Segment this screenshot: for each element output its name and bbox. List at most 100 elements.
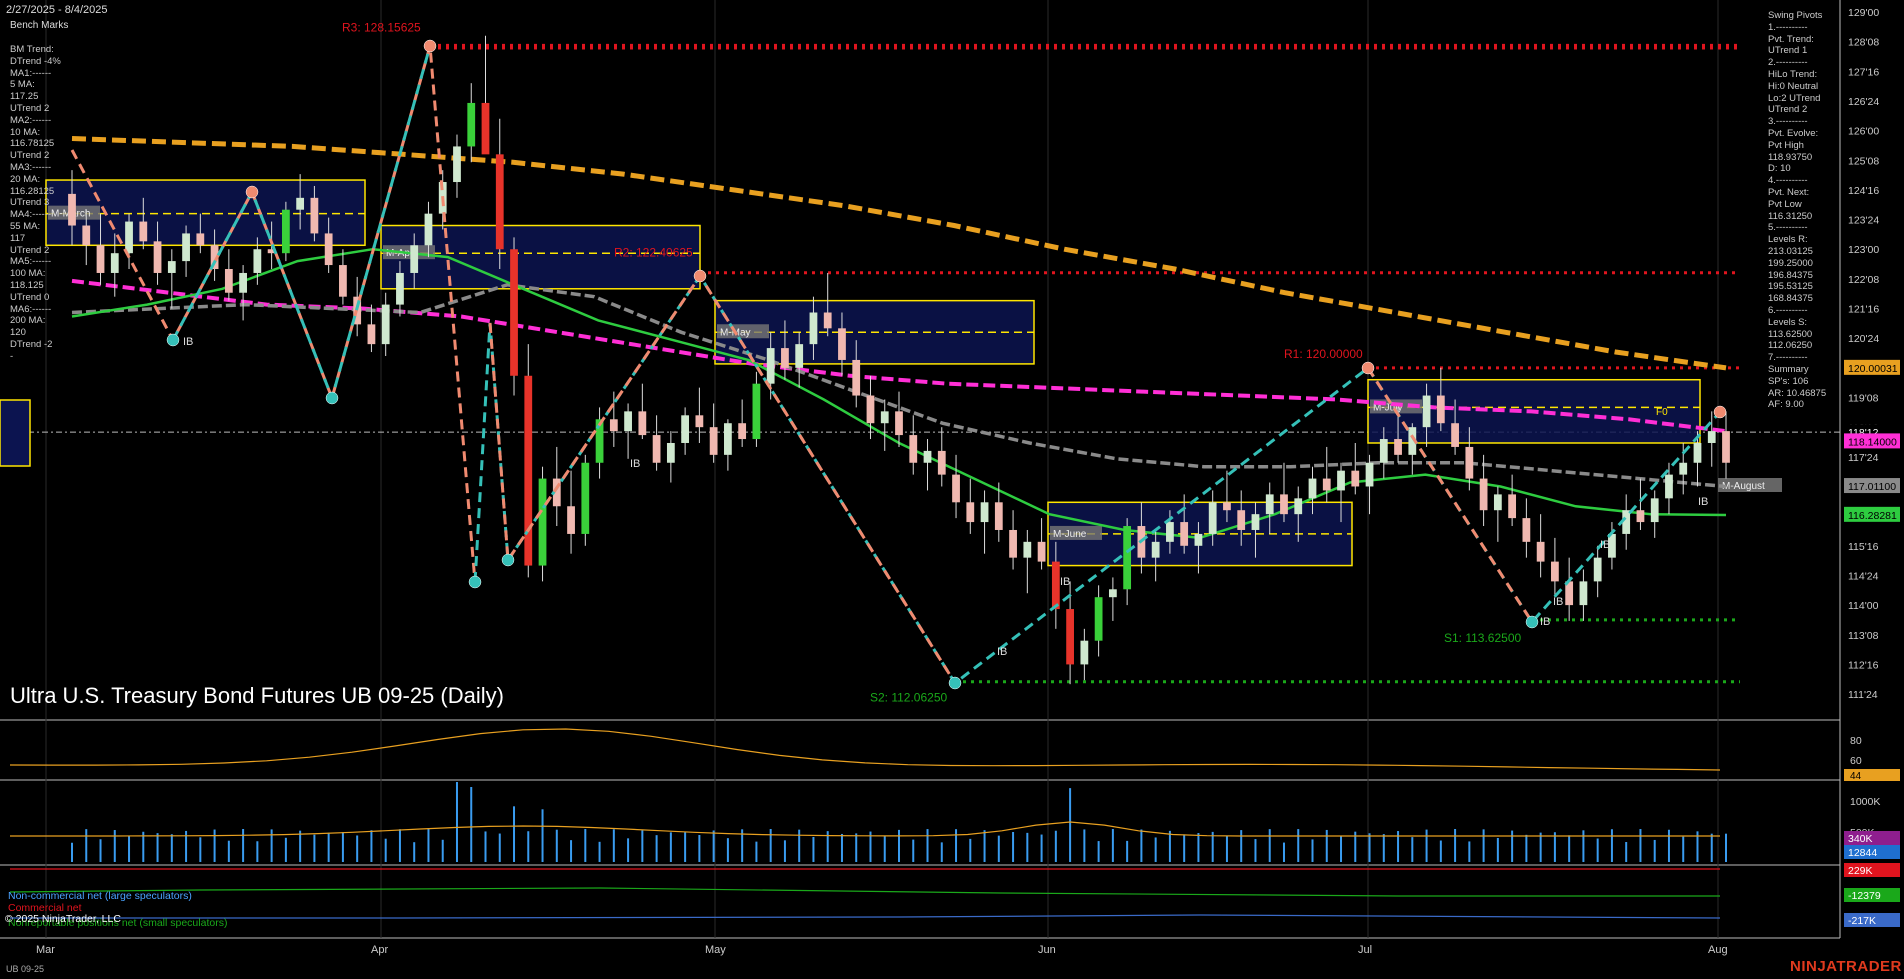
pivot-line: 7.---------- <box>1768 352 1826 364</box>
pivot-line: Swing Pivots <box>1768 10 1826 22</box>
level-label: R1: 120.00000 <box>1284 347 1363 361</box>
candle <box>1537 542 1545 562</box>
candle <box>1095 597 1103 640</box>
swing-pivot-marker <box>424 40 436 52</box>
candle <box>1009 530 1017 558</box>
chart-title: Ultra U.S. Treasury Bond Futures UB 09-2… <box>10 683 504 709</box>
candle <box>282 210 290 253</box>
ib-label: IB <box>1698 496 1708 508</box>
price-axis-label: 115'16 <box>1848 541 1879 553</box>
pivot-line: Pvt. Next: <box>1768 187 1826 199</box>
candle <box>139 222 147 242</box>
candle <box>1380 439 1388 463</box>
pivot-line: 196.84375 <box>1768 270 1826 282</box>
monthly-zone <box>0 400 30 466</box>
candle <box>1180 522 1188 546</box>
volume-axis-label: 1000K <box>1850 796 1880 808</box>
bench-marks-title: Bench Marks <box>10 20 68 31</box>
benchmark-line: 100 MA: <box>10 268 61 280</box>
candle <box>1594 558 1602 582</box>
ib-label: IB <box>997 646 1007 658</box>
candle <box>1708 431 1716 443</box>
candle <box>1223 502 1231 510</box>
rsi-line <box>10 729 1720 770</box>
pivot-line: 2.---------- <box>1768 57 1826 69</box>
cot-nonreportable <box>10 888 1720 896</box>
benchmark-line: MA5:------ <box>10 256 61 268</box>
candle <box>981 502 989 522</box>
candle <box>1480 479 1488 511</box>
candle <box>1580 581 1588 605</box>
candle <box>1166 522 1174 542</box>
ib-label: IB <box>183 336 193 348</box>
pivot-line: Pvt. Evolve: <box>1768 128 1826 140</box>
candle <box>1366 463 1374 487</box>
pivot-line: Levels R: <box>1768 234 1826 246</box>
benchmark-line: MA6:------ <box>10 304 61 316</box>
volume-tag: 340K <box>1848 833 1873 845</box>
benchmark-line: - <box>10 351 61 363</box>
candle <box>567 506 575 534</box>
candle <box>810 313 818 345</box>
candle <box>724 423 732 455</box>
pivot-line: 118.93750 <box>1768 152 1826 164</box>
candle <box>1551 562 1559 582</box>
ib-label: IB <box>1060 576 1070 588</box>
candle <box>1294 498 1302 514</box>
benchmark-line: UTrend 3 <box>10 197 61 209</box>
candle <box>425 214 433 246</box>
candle <box>895 411 903 435</box>
candle <box>1694 443 1702 463</box>
price-axis-label: 124'16 <box>1848 185 1879 197</box>
price-tag: 116.28281 <box>1848 510 1897 522</box>
price-axis-label: 125'08 <box>1848 155 1879 167</box>
benchmark-line: UTrend 2 <box>10 245 61 257</box>
candle <box>97 245 105 273</box>
month-label: Apr <box>371 944 388 956</box>
price-axis-label: 122'08 <box>1848 274 1879 286</box>
candle <box>496 154 504 249</box>
candle <box>1722 431 1730 463</box>
benchmark-line: MA1:------ <box>10 68 61 80</box>
price-axis-label: 112'16 <box>1848 659 1879 671</box>
level-label: R2: 122.40625 <box>614 246 693 260</box>
pivot-line: 112.06250 <box>1768 340 1826 352</box>
candle <box>382 305 390 345</box>
benchmark-line: UTrend 2 <box>10 103 61 115</box>
candle <box>1679 463 1687 475</box>
candle <box>1266 494 1274 514</box>
benchmark-line: 120 <box>10 327 61 339</box>
pivot-line: HiLo Trend: <box>1768 69 1826 81</box>
ib-label: IB <box>1553 596 1563 608</box>
price-tag: 120.00031 <box>1848 363 1898 375</box>
candle <box>710 427 718 455</box>
pivot-line: Lo:2 UTrend <box>1768 93 1826 105</box>
candle <box>539 479 547 566</box>
candle <box>1494 494 1502 510</box>
pivot-line: 1.---------- <box>1768 22 1826 34</box>
candle <box>995 502 1003 530</box>
candle <box>1309 479 1317 499</box>
candle <box>909 435 917 463</box>
candle <box>482 103 490 154</box>
benchmark-line: 117 <box>10 233 61 245</box>
candle <box>1465 447 1473 479</box>
swing-pivot-marker <box>326 392 338 404</box>
candle <box>867 396 875 424</box>
price-axis-label: 111'24 <box>1848 689 1878 701</box>
price-tag: 118.14000 <box>1848 436 1897 448</box>
benchmark-line: MA3:------ <box>10 162 61 174</box>
swing-pivot-marker <box>694 270 706 282</box>
price-chart[interactable]: MarAprMayJunJulAug M-MarchM-AprilM-MayM-… <box>0 0 1904 979</box>
candle <box>1195 534 1203 546</box>
pivot-line: AR: 10.46875 <box>1768 388 1826 400</box>
pivot-line: Hi:0 Neutral <box>1768 81 1826 93</box>
price-axis-label: 114'00 <box>1848 600 1879 612</box>
candle <box>239 273 247 293</box>
candle <box>296 198 304 210</box>
benchmark-line: 20 MA: <box>10 174 61 186</box>
candle <box>952 475 960 503</box>
candle <box>1123 526 1131 589</box>
candle <box>624 411 632 431</box>
cot-noncommercial <box>10 915 1720 918</box>
